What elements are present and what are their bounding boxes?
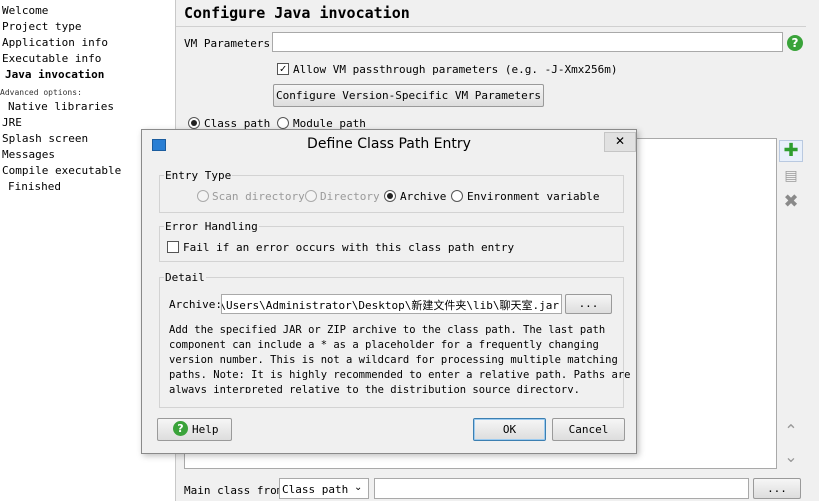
step-project-type[interactable]: Project type: [2, 20, 81, 34]
description-line-5: always interpreted relative to the distr…: [169, 384, 580, 393]
define-class-path-dialog: Define Class Path Entry ✕ Entry Type Sca…: [141, 129, 637, 454]
scan-directory-radio[interactable]: [197, 190, 209, 202]
step-jre[interactable]: JRE: [2, 116, 22, 130]
page-title: Configure Java invocation: [184, 4, 410, 22]
dialog-titlebar[interactable]: Define Class Path Entry ✕: [142, 130, 636, 158]
error-handling-label: Error Handling: [164, 220, 259, 233]
configure-version-vm-button[interactable]: Configure Version-Specific VM Parameters: [273, 84, 544, 107]
archive-path-value: C:\Users\Administrator\Desktop\新建文件夹\lib…: [221, 299, 559, 312]
close-icon[interactable]: ✕: [604, 132, 636, 152]
archive-radio[interactable]: [384, 190, 396, 202]
title-divider: [176, 26, 806, 27]
entry-type-label: Entry Type: [164, 169, 233, 182]
help-icon[interactable]: ?: [787, 35, 803, 51]
cancel-button[interactable]: Cancel: [552, 418, 625, 441]
class-path-radio[interactable]: [188, 117, 200, 129]
fail-on-error-label: Fail if an error occurs with this class …: [183, 241, 515, 254]
main-class-source-value: Class path: [282, 483, 349, 496]
vm-parameters-label: VM Parameters:: [184, 37, 277, 50]
main-class-source-select[interactable]: Class path ⌄: [279, 478, 369, 499]
description-line-2: component can include a * as a placehold…: [169, 339, 599, 351]
advanced-options-heading: Advanced options:: [0, 88, 82, 97]
step-executable-info[interactable]: Executable info: [2, 52, 101, 66]
main-class-input[interactable]: [374, 478, 749, 499]
step-finished[interactable]: Finished: [8, 180, 61, 194]
step-application-info[interactable]: Application info: [2, 36, 108, 50]
edit-entry-icon[interactable]: ▤: [779, 166, 803, 188]
help-button-icon: ?: [173, 421, 188, 436]
module-path-radio[interactable]: [277, 117, 289, 129]
ok-button[interactable]: OK: [473, 418, 546, 441]
step-splash-screen[interactable]: Splash screen: [2, 132, 88, 146]
directory-radio[interactable]: [305, 190, 317, 202]
add-entry-icon[interactable]: ✚: [779, 140, 803, 162]
step-compile-executable[interactable]: Compile executable: [2, 164, 121, 178]
description-line-1: Add the specified JAR or ZIP archive to …: [169, 324, 606, 336]
main-class-label: Main class from: [184, 484, 284, 497]
archive-radio-label: Archive: [400, 190, 447, 203]
description-line-3: version number. This is not a wildcard f…: [169, 354, 618, 366]
directory-label: Directory: [320, 190, 380, 203]
archive-label: Archive:: [169, 298, 222, 311]
help-button-label: Help: [192, 423, 219, 436]
allow-passthrough-label: Allow VM passthrough parameters (e.g. -J…: [293, 63, 618, 76]
main-class-browse-button[interactable]: ...: [753, 478, 801, 499]
move-down-icon[interactable]: ⌄: [779, 447, 803, 469]
step-java-invocation[interactable]: Java invocation: [5, 68, 104, 82]
step-welcome[interactable]: Welcome: [2, 4, 48, 18]
step-messages[interactable]: Messages: [2, 148, 55, 162]
fail-on-error-checkbox[interactable]: [167, 241, 179, 253]
archive-browse-button[interactable]: ...: [565, 294, 612, 314]
help-button[interactable]: ? Help: [157, 418, 232, 441]
remove-entry-icon[interactable]: ✖: [779, 192, 803, 214]
allow-passthrough-checkbox[interactable]: ✓: [277, 63, 289, 75]
step-native-libraries[interactable]: Native libraries: [8, 100, 114, 114]
move-up-icon[interactable]: ⌃: [779, 421, 803, 443]
detail-label: Detail: [164, 271, 206, 284]
chevron-down-icon: ⌄: [354, 482, 363, 493]
environment-variable-radio[interactable]: [451, 190, 463, 202]
environment-variable-label: Environment variable: [467, 190, 600, 203]
vm-parameters-input[interactable]: [272, 32, 783, 52]
scan-directory-label: Scan directory: [212, 190, 305, 203]
dialog-title: Define Class Path Entry: [307, 136, 471, 152]
description-line-4: paths. Note: It is highly recommended to…: [169, 369, 631, 381]
archive-path-input[interactable]: C:\Users\Administrator\Desktop\新建文件夹\lib…: [221, 294, 562, 314]
